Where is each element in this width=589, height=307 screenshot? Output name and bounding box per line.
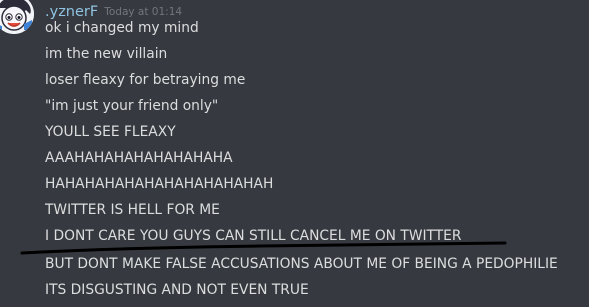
hand-drawn-underline-icon [20,241,507,255]
message-line: "im just your friend only" [45,98,219,114]
message-line: YOULL SEE FLEAXY [45,124,176,140]
message-line: im the new villain [45,46,168,62]
message-line: ITS DISGUSTING AND NOT EVEN TRUE [45,282,309,298]
avatar-character-icon [0,0,34,34]
message-header: .yznerF Today at 01:14 [45,1,182,20]
username[interactable]: .yznerF [45,4,98,20]
message-line: ok i changed my mind [45,20,199,36]
message-timestamp[interactable]: Today at 01:14 [104,6,182,18]
message-line: HAHAHAHAHAHAHAHAHAHAHAH [45,176,274,192]
message-line: loser fleaxy for betraying me [45,72,246,88]
message-line: TWITTER IS HELL FOR ME [45,202,220,218]
message-line: AAAHAHAHAHAHAHAHAHA [45,150,233,166]
message-line: BUT DONT MAKE FALSE ACCUSATIONS ABOUT ME… [45,256,558,272]
user-avatar[interactable] [0,0,34,34]
message-group: .yznerF Today at 01:14 ok i changed my mi… [0,0,589,307]
